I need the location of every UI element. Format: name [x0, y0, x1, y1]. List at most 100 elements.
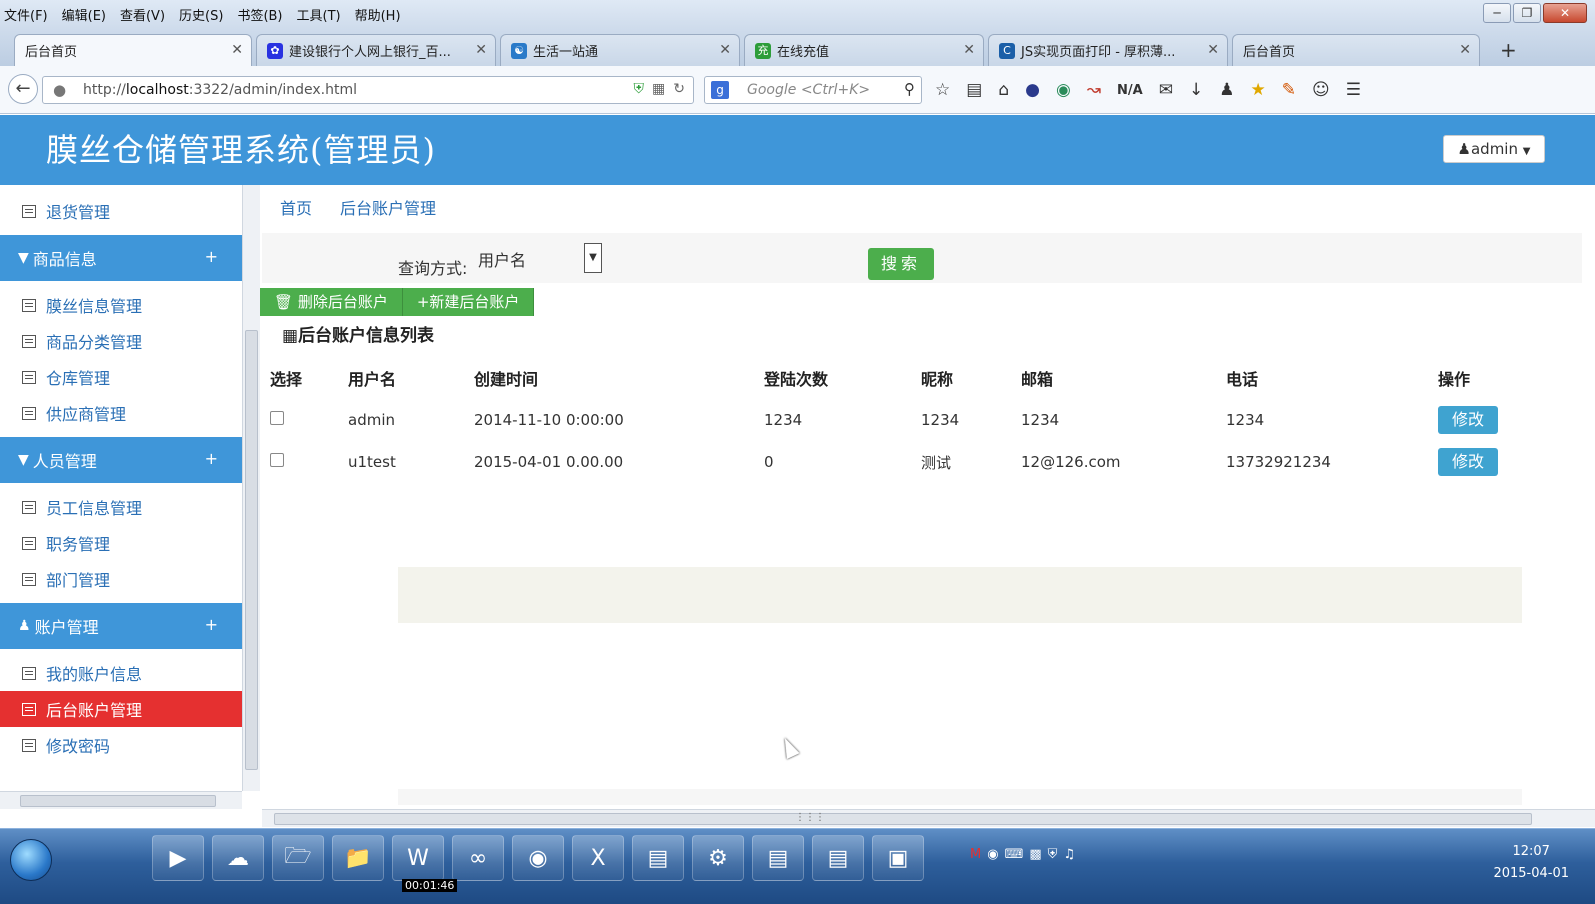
address-bar[interactable]: ● http://localhost:3322/admin/index.html… [42, 76, 694, 104]
sidebar-group-accounts[interactable]: ♟ 账户管理 + [0, 603, 242, 649]
close-tab-icon[interactable]: ✕ [719, 42, 731, 58]
sidebar-item-change-password[interactable]: 修改密码 [0, 727, 242, 763]
word-icon[interactable]: W [392, 835, 444, 881]
search-icon[interactable]: ⚲ [904, 80, 915, 98]
close-tab-icon[interactable]: ✕ [963, 42, 975, 58]
start-button[interactable] [10, 839, 52, 881]
breadcrumb-home[interactable]: 首页 [280, 195, 312, 219]
sidebar-vertical-scrollbar[interactable] [242, 185, 260, 791]
breadcrumb-current[interactable]: 后台账户管理 [340, 195, 436, 219]
expand-plus-icon[interactable]: + [205, 247, 218, 266]
close-tab-icon[interactable]: ✕ [1207, 42, 1219, 58]
minimize-icon[interactable]: ─ [1483, 3, 1511, 23]
shield-icon[interactable]: ⛨ [634, 81, 645, 97]
row-checkbox[interactable] [270, 453, 284, 467]
expand-plus-icon[interactable]: + [205, 449, 218, 468]
reading-list-icon[interactable]: ▤ [966, 80, 982, 100]
folder-icon[interactable]: 📁 [332, 835, 384, 881]
sidebar-item-category[interactable]: 商品分类管理 [0, 323, 242, 359]
sidebar-item-membrane[interactable]: 膜丝信息管理 [0, 287, 242, 323]
addon-circle-icon[interactable]: ● [1025, 80, 1040, 100]
chart-icon[interactable]: ↝ [1087, 80, 1101, 100]
admin-user-dropdown[interactable]: ♟admin ▼ [1443, 135, 1545, 163]
bookmark-star-icon[interactable]: ☆ [935, 80, 950, 100]
sidebar-horizontal-scrollbar[interactable] [0, 791, 242, 809]
row-checkbox[interactable] [270, 411, 284, 425]
edit-button[interactable]: 修改 [1438, 448, 1498, 476]
document-icon[interactable]: ▤ [812, 835, 864, 881]
keyboard-icon[interactable]: ⌨ [1005, 847, 1024, 862]
sidebar-item-my-account[interactable]: 我的账户信息 [0, 655, 242, 691]
restore-icon[interactable]: ❐ [1513, 3, 1541, 23]
tab-js-print[interactable]: C JS实现页面打印 - 厚积薄... ✕ [988, 34, 1228, 66]
file-explorer-icon[interactable]: 🗁 [272, 835, 324, 881]
smiley-icon[interactable]: ☺ [1312, 80, 1330, 100]
download-icon[interactable]: ↓ [1189, 80, 1203, 100]
main-horizontal-scrollbar[interactable]: ⋮⋮⋮ [262, 809, 1595, 827]
scroll-thumb[interactable]: ⋮⋮⋮ [274, 812, 1532, 825]
dropdown-arrow-icon[interactable]: ▼ [584, 243, 602, 273]
google-icon[interactable]: g [711, 81, 729, 99]
sidebar-item-backend-accounts[interactable]: 后台账户管理 [0, 691, 242, 727]
globe-addon-icon[interactable]: ◉ [1056, 80, 1071, 100]
hamburger-menu-icon[interactable]: ☰ [1346, 80, 1361, 100]
firefox-icon[interactable]: ◉ [512, 835, 564, 881]
reload-icon[interactable]: ↻ [673, 81, 685, 97]
tab-online-recharge[interactable]: 充 在线充值 ✕ [744, 34, 984, 66]
sidebar-item-supplier[interactable]: 供应商管理 [0, 395, 242, 431]
sidebar-item-position[interactable]: 职务管理 [0, 525, 242, 561]
user-icon[interactable]: ♟ [1219, 80, 1234, 100]
system-clock[interactable]: 12:07 2015-04-01 [1493, 841, 1569, 885]
remote-desktop-icon[interactable]: ▣ [872, 835, 924, 881]
tab-admin-home-2[interactable]: 后台首页 ✕ [1232, 34, 1480, 66]
search-box[interactable]: g Google <Ctrl+K> ⚲ [704, 76, 922, 104]
gmail-icon[interactable]: M [970, 847, 981, 862]
back-arrow-icon[interactable]: ← [8, 74, 38, 104]
tab-ccb-bank[interactable]: ✿ 建设银行个人网上银行_百... ✕ [256, 34, 496, 66]
infinity-app-icon[interactable]: ∞ [452, 835, 504, 881]
security-icon[interactable]: ⛨ [1048, 847, 1058, 862]
close-tab-icon[interactable]: ✕ [475, 42, 487, 58]
cloud-sync-icon[interactable]: ☁ [212, 835, 264, 881]
excel-icon[interactable]: X [572, 835, 624, 881]
tools-icon[interactable]: ⚙ [692, 835, 744, 881]
sidebar-item-warehouse[interactable]: 仓库管理 [0, 359, 242, 395]
qr-code-icon[interactable]: ▦ [652, 81, 665, 97]
query-type-select[interactable]: 用户名 ▼ [476, 243, 602, 277]
delete-account-button[interactable]: 🗑 删除后台账户 [260, 288, 403, 316]
sidebar-group-personnel[interactable]: ▼ 人员管理 + [0, 437, 242, 483]
sidebar-item-employee[interactable]: 员工信息管理 [0, 489, 242, 525]
menu-history[interactable]: 历史(S) [179, 5, 223, 24]
scroll-thumb[interactable] [20, 795, 216, 807]
menu-bookmarks[interactable]: 书签(B) [237, 5, 282, 24]
close-tab-icon[interactable]: ✕ [1459, 42, 1471, 58]
network-icon[interactable]: ▩ [1029, 847, 1041, 862]
tab-life-service[interactable]: ☯ 生活一站通 ✕ [500, 34, 740, 66]
menu-edit[interactable]: 编辑(E) [62, 5, 106, 24]
volume-icon[interactable]: ♫ [1063, 847, 1075, 862]
menu-help[interactable]: 帮助(H) [355, 5, 401, 24]
search-button[interactable]: 搜索 [868, 248, 934, 280]
edit-button[interactable]: 修改 [1438, 406, 1498, 434]
close-window-icon[interactable]: ✕ [1543, 3, 1587, 23]
new-tab-icon[interactable]: + [1500, 38, 1517, 62]
scroll-thumb[interactable] [245, 330, 258, 770]
chart-app-icon[interactable]: ▤ [632, 835, 684, 881]
paint-icon[interactable]: ✎ [1282, 80, 1296, 100]
menu-file[interactable]: 文件(F) [4, 5, 48, 24]
favorite-icon[interactable]: ★ [1251, 80, 1266, 100]
menu-view[interactable]: 查看(V) [120, 5, 165, 24]
sidebar-item-department[interactable]: 部门管理 [0, 561, 242, 597]
expand-plus-icon[interactable]: + [205, 615, 218, 634]
close-tab-icon[interactable]: ✕ [231, 42, 243, 58]
sidebar-group-products[interactable]: ▼ 商品信息 + [0, 235, 242, 281]
input-method-icon[interactable]: ◉ [987, 847, 998, 862]
book-icon[interactable]: ▤ [752, 835, 804, 881]
sidebar-item-returns[interactable]: 退货管理 [0, 193, 242, 229]
media-player-icon[interactable]: ▶ [152, 835, 204, 881]
chat-icon[interactable]: ✉ [1159, 80, 1173, 100]
menu-tools[interactable]: 工具(T) [297, 5, 341, 24]
home-icon[interactable]: ⌂ [998, 80, 1009, 100]
tab-admin-home[interactable]: 后台首页 ✕ [14, 34, 252, 66]
new-account-button[interactable]: +新建后台账户 [402, 288, 535, 316]
